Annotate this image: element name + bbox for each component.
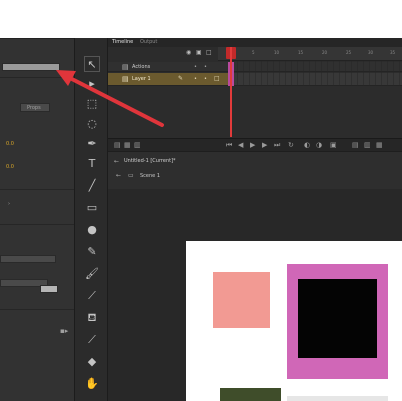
layer-lock-dot[interactable]: • <box>204 64 207 70</box>
scene-bar: ← Untitled-1 [Current]* ← ▭ Scene 1 <box>108 151 402 189</box>
position-y-value[interactable]: 0.0 <box>6 164 14 170</box>
step-forward-icon[interactable]: ▶ <box>262 141 267 149</box>
onion-skin-icon[interactable]: ◐ <box>304 141 310 149</box>
panel-divider <box>0 224 74 225</box>
props-button-label: Props <box>27 105 41 111</box>
instance-name-field[interactable] <box>2 63 60 71</box>
free-transform-icon[interactable]: ⬚ <box>84 96 100 112</box>
onion-outline-icon[interactable]: ◑ <box>316 141 322 149</box>
eraser-icon[interactable]: ◆ <box>84 354 100 370</box>
back-arrow-icon[interactable]: ← <box>116 172 121 179</box>
new-folder-icon[interactable]: ▦ <box>124 141 131 149</box>
timeline-controls: ▤ ▦ ▥ ⏮ ◀ ▶ ▶ ⏭ ↻ ◐ ◑ ▣ ▤ ▥ ▦ <box>108 138 402 151</box>
tab-output[interactable]: Output <box>140 39 157 45</box>
paint-bucket-icon[interactable]: ⛾ <box>84 310 100 326</box>
layer-outline-box[interactable]: □ <box>214 75 220 82</box>
layer-visibility-dot[interactable]: • <box>194 64 197 70</box>
outline-icon[interactable]: □ <box>206 49 212 56</box>
eyedropper-icon[interactable]: ⟋ <box>84 332 100 348</box>
timeline-settings-icon[interactable]: ▦ <box>376 141 383 149</box>
panel-menu-icon[interactable]: ▪▸ <box>60 327 68 335</box>
properties-panel: Props 0.0 0.0 › ▪▸ <box>0 38 74 401</box>
document-breadcrumb[interactable]: Untitled-1 [Current]* <box>124 158 176 164</box>
lasso-icon[interactable]: ◌ <box>84 116 100 132</box>
ruler-number: 30 <box>368 50 374 55</box>
new-layer-icon[interactable]: ▤ <box>114 141 121 149</box>
rectangle-icon[interactable]: ▭ <box>84 200 100 216</box>
play-icon[interactable]: ▶ <box>250 141 255 149</box>
black-square-shape[interactable] <box>298 279 377 358</box>
layer-lock-dot[interactable]: • <box>204 76 207 82</box>
scene-name[interactable]: Scene 1 <box>140 173 160 179</box>
panel-divider <box>0 77 74 78</box>
collapse-chevron-icon[interactable]: › <box>8 201 10 207</box>
layer-icon: ▤ <box>122 63 129 71</box>
layer-name: Layer 1 <box>132 76 151 82</box>
selection-tool-icon[interactable]: ↖ <box>84 56 100 72</box>
pencil-edit-icon: ✎ <box>178 75 184 82</box>
step-back-icon[interactable]: ◀ <box>238 141 243 149</box>
tools-panel: ↖ ▸ ⬚ ◌ ✒ T ╱ ▭ ● ✎ 🖌 ⟋ ⛾ ⟋ ◆ ✋ <box>74 38 108 401</box>
green-block-shape[interactable] <box>220 388 281 401</box>
loop-icon[interactable]: ↻ <box>288 141 294 149</box>
top-strip <box>0 0 402 38</box>
fast-forward-icon[interactable]: ⏭ <box>274 141 280 150</box>
layer-row-layer-1[interactable]: ▤ Layer 1 ✎ • • □ <box>108 73 232 86</box>
eye-icon[interactable]: ◉ <box>186 49 191 56</box>
pen-icon[interactable]: ✒ <box>84 136 100 152</box>
scene-icon: ▭ <box>128 172 134 179</box>
text-icon[interactable]: T <box>84 156 100 172</box>
layer-visibility-dot[interactable]: • <box>194 76 197 82</box>
playhead[interactable] <box>230 47 232 137</box>
frame-grid <box>232 61 402 86</box>
timeline-tab-bar: Timeline Output <box>108 38 402 47</box>
lock-icon[interactable]: ▣ <box>196 49 202 56</box>
layer-name: Actions <box>132 64 151 70</box>
ruler-number: 20 <box>322 50 328 55</box>
frame-rate-icon[interactable]: ▤ <box>352 141 359 149</box>
grey-shape[interactable] <box>287 396 388 401</box>
brush-icon[interactable]: 🖌 <box>84 266 100 282</box>
hand-icon[interactable]: ✋ <box>84 376 100 392</box>
bone-icon[interactable]: ⟋ <box>84 288 100 304</box>
ruler-number: 10 <box>274 50 280 55</box>
ruler-number: 15 <box>298 50 304 55</box>
oval-icon[interactable]: ● <box>84 222 100 238</box>
color-swatch[interactable] <box>40 285 58 293</box>
panel-divider <box>0 309 74 310</box>
pencil-icon[interactable]: ✎ <box>84 244 100 260</box>
props-button[interactable]: Props <box>20 103 50 112</box>
zoom-timeline-icon[interactable]: ▥ <box>364 141 371 149</box>
ruler-number: 35 <box>390 50 396 55</box>
ruler-number: 5 <box>252 50 255 55</box>
panel-divider <box>0 189 74 190</box>
delete-layer-icon[interactable]: ▥ <box>134 141 141 149</box>
edit-frames-icon[interactable]: ▣ <box>330 141 337 149</box>
line-icon[interactable]: ╱ <box>84 178 100 194</box>
frame-ruler[interactable]: 1 5 10 15 20 25 30 35 <box>218 47 402 61</box>
tab-timeline[interactable]: Timeline <box>112 39 133 45</box>
back-arrow-icon[interactable]: ← <box>114 158 119 165</box>
ruler-number: 25 <box>346 50 352 55</box>
position-x-value[interactable]: 0.0 <box>6 141 14 147</box>
layer-icon: ▤ <box>122 75 129 83</box>
pink-square-shape[interactable] <box>213 272 270 328</box>
style-dropdown[interactable] <box>0 255 56 263</box>
rewind-icon[interactable]: ⏮ <box>226 141 232 150</box>
subselection-tool-icon[interactable]: ▸ <box>84 76 100 92</box>
